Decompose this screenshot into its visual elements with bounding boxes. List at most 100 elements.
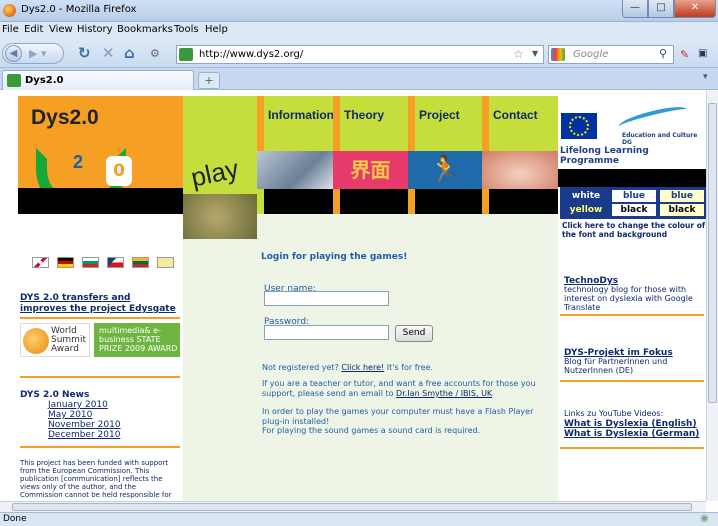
colour-switcher: white blue blue yellow black black [560,187,706,219]
status-icon: ◉ [700,513,709,524]
logo-digit-2: 2 [73,152,84,172]
address-dropdown-icon[interactable]: ▼ [532,49,538,58]
play-image [183,194,257,239]
funding-disclaimer: This project has been funded with suppor… [20,459,172,499]
youtube-intro: Links zu YouTube Videos: [564,409,664,418]
news-title: DYS 2.0 News [20,390,90,400]
project-runner-icon: 🏃 [408,151,482,189]
address-bar[interactable]: http://www.dys2.org/ ☆ ▼ [176,45,544,64]
colour-black-on-white[interactable]: black [612,204,656,216]
flag-uk-icon[interactable] [32,257,49,268]
colour-white-on-blue[interactable]: white [564,190,608,202]
wsa-globe-icon [23,328,49,354]
search-box[interactable]: Google ⚲ [548,45,674,64]
nav-contact[interactable]: Contact [482,96,558,151]
nav-divider [257,189,264,214]
close-button[interactable]: ✕ [674,0,716,18]
send-button[interactable]: Send [395,325,433,342]
edysgate-link[interactable]: DYS 2.0 transfers and improves the proje… [20,293,180,315]
multimedia-award-logo[interactable]: multimedia& e-business STATE PRIZE 2009 … [94,323,180,357]
llp-swoosh-icon [617,102,689,134]
right-separator [560,314,704,316]
colour-blue-on-cream[interactable]: blue [660,190,704,202]
colour-blue-on-white[interactable]: blue [612,190,656,202]
logo-black-band [18,188,183,214]
news-november-2010[interactable]: November 2010 [48,420,121,430]
search-icon[interactable]: ⚲ [659,47,667,60]
vertical-scroll-thumb[interactable] [708,103,717,403]
mm-award-text: multimedia& e-business STATE PRIZE 2009 … [99,326,178,353]
colour-black-on-cream[interactable]: black [660,204,704,216]
maximize-button[interactable]: □ [648,0,674,18]
horizontal-scrollbar[interactable] [0,501,706,512]
nav-divider [482,189,489,214]
flag-lithuania-icon[interactable] [132,257,149,268]
flag-czech-icon[interactable] [107,257,124,268]
stop-icon[interactable]: ✕ [102,44,115,62]
youtube-english-link[interactable]: What is Dyslexia (English) [564,419,697,429]
colour-switch-note[interactable]: Click here to change the colour of the f… [562,221,706,239]
nav-divider [333,189,340,214]
fokus-text: Blog für PartnerInnen und NutzerInnen (D… [564,357,668,375]
left-separator [20,446,180,448]
tab-dys2[interactable]: Dys2.0 [2,70,194,90]
username-input[interactable] [264,291,389,306]
nav-theory[interactable]: Theory [333,96,408,151]
menu-tools[interactable]: Tools [174,24,199,35]
feed-icon[interactable]: ⚙ [150,47,160,60]
bookmark-star-icon[interactable]: ☆ [513,47,524,61]
world-summit-award-logo[interactable]: World Summit Award [20,323,90,357]
play-label: play [188,153,242,193]
google-icon[interactable] [551,48,565,61]
contact-image [482,151,558,189]
nav-project-label: Project [419,108,460,122]
tab-bar: Dys2.0 + ▾ [0,68,718,90]
wsa-text: World Summit Award [51,326,86,354]
menu-view[interactable]: View [49,24,73,35]
nav-contact-label: Contact [493,108,538,122]
back-forward-group: ◀ ▶ ▾ [2,43,64,64]
addon2-icon[interactable]: ▣ [698,48,707,59]
horizontal-scroll-thumb[interactable] [12,503,692,511]
vertical-scrollbar[interactable] [706,91,718,501]
eu-logo[interactable]: Education and Culture DG Lifelong Learni… [558,102,706,166]
news-may-2010[interactable]: May 2010 [48,410,92,420]
menu-bookmarks[interactable]: Bookmarks [117,24,173,35]
reload-icon[interactable]: ↻ [78,44,91,62]
left-separator [20,376,180,378]
menu-file[interactable]: File [2,24,19,35]
addon-icon[interactable]: ✎ [680,48,689,61]
status-text: Done [3,514,27,524]
menu-history[interactable]: History [77,24,113,35]
nav-information[interactable]: Information [257,96,334,151]
logo-digit-0: 0 [106,156,132,186]
menu-edit[interactable]: Edit [24,24,43,35]
minimize-button[interactable]: — [622,0,648,18]
colour-yellow-on-blue[interactable]: yellow [564,204,608,216]
flash-requirement: In order to play the games your computer… [262,407,534,426]
right-black-band [558,169,706,187]
not-registered-text: Not registered yet? Click here! It's for… [262,363,434,372]
status-bar: Done ◉ [0,512,718,526]
home-icon[interactable]: ⌂ [124,44,135,62]
flag-germany-icon[interactable] [57,257,74,268]
menu-help[interactable]: Help [205,24,228,35]
window-title: Dys2.0 - Mozilla Firefox [21,4,137,15]
forward-button[interactable]: ▶ ▾ [29,47,46,60]
firefox-icon [3,4,16,17]
flag-bulgaria-icon[interactable] [82,257,99,268]
youtube-german-link[interactable]: What is Dyslexia (German) [564,429,699,439]
news-december-2010[interactable]: December 2010 [48,430,120,440]
information-image [257,151,333,189]
flag-other-icon[interactable] [157,257,174,268]
contact-email-link[interactable]: Dr.Ian Smythe / IBIS, UK [396,389,492,398]
logo-title: Dys2.0 [31,106,99,129]
eu-llp-text: Lifelong Learning Programme [560,146,649,166]
news-january-2010[interactable]: January 2010 [48,400,108,410]
new-tab-button[interactable]: + [198,72,220,89]
back-button[interactable]: ◀ [5,45,22,62]
password-input[interactable] [264,325,389,340]
tab-list-icon[interactable]: ▾ [703,72,708,82]
register-link[interactable]: Click here! [341,363,384,372]
nav-project[interactable]: Project [408,96,482,151]
